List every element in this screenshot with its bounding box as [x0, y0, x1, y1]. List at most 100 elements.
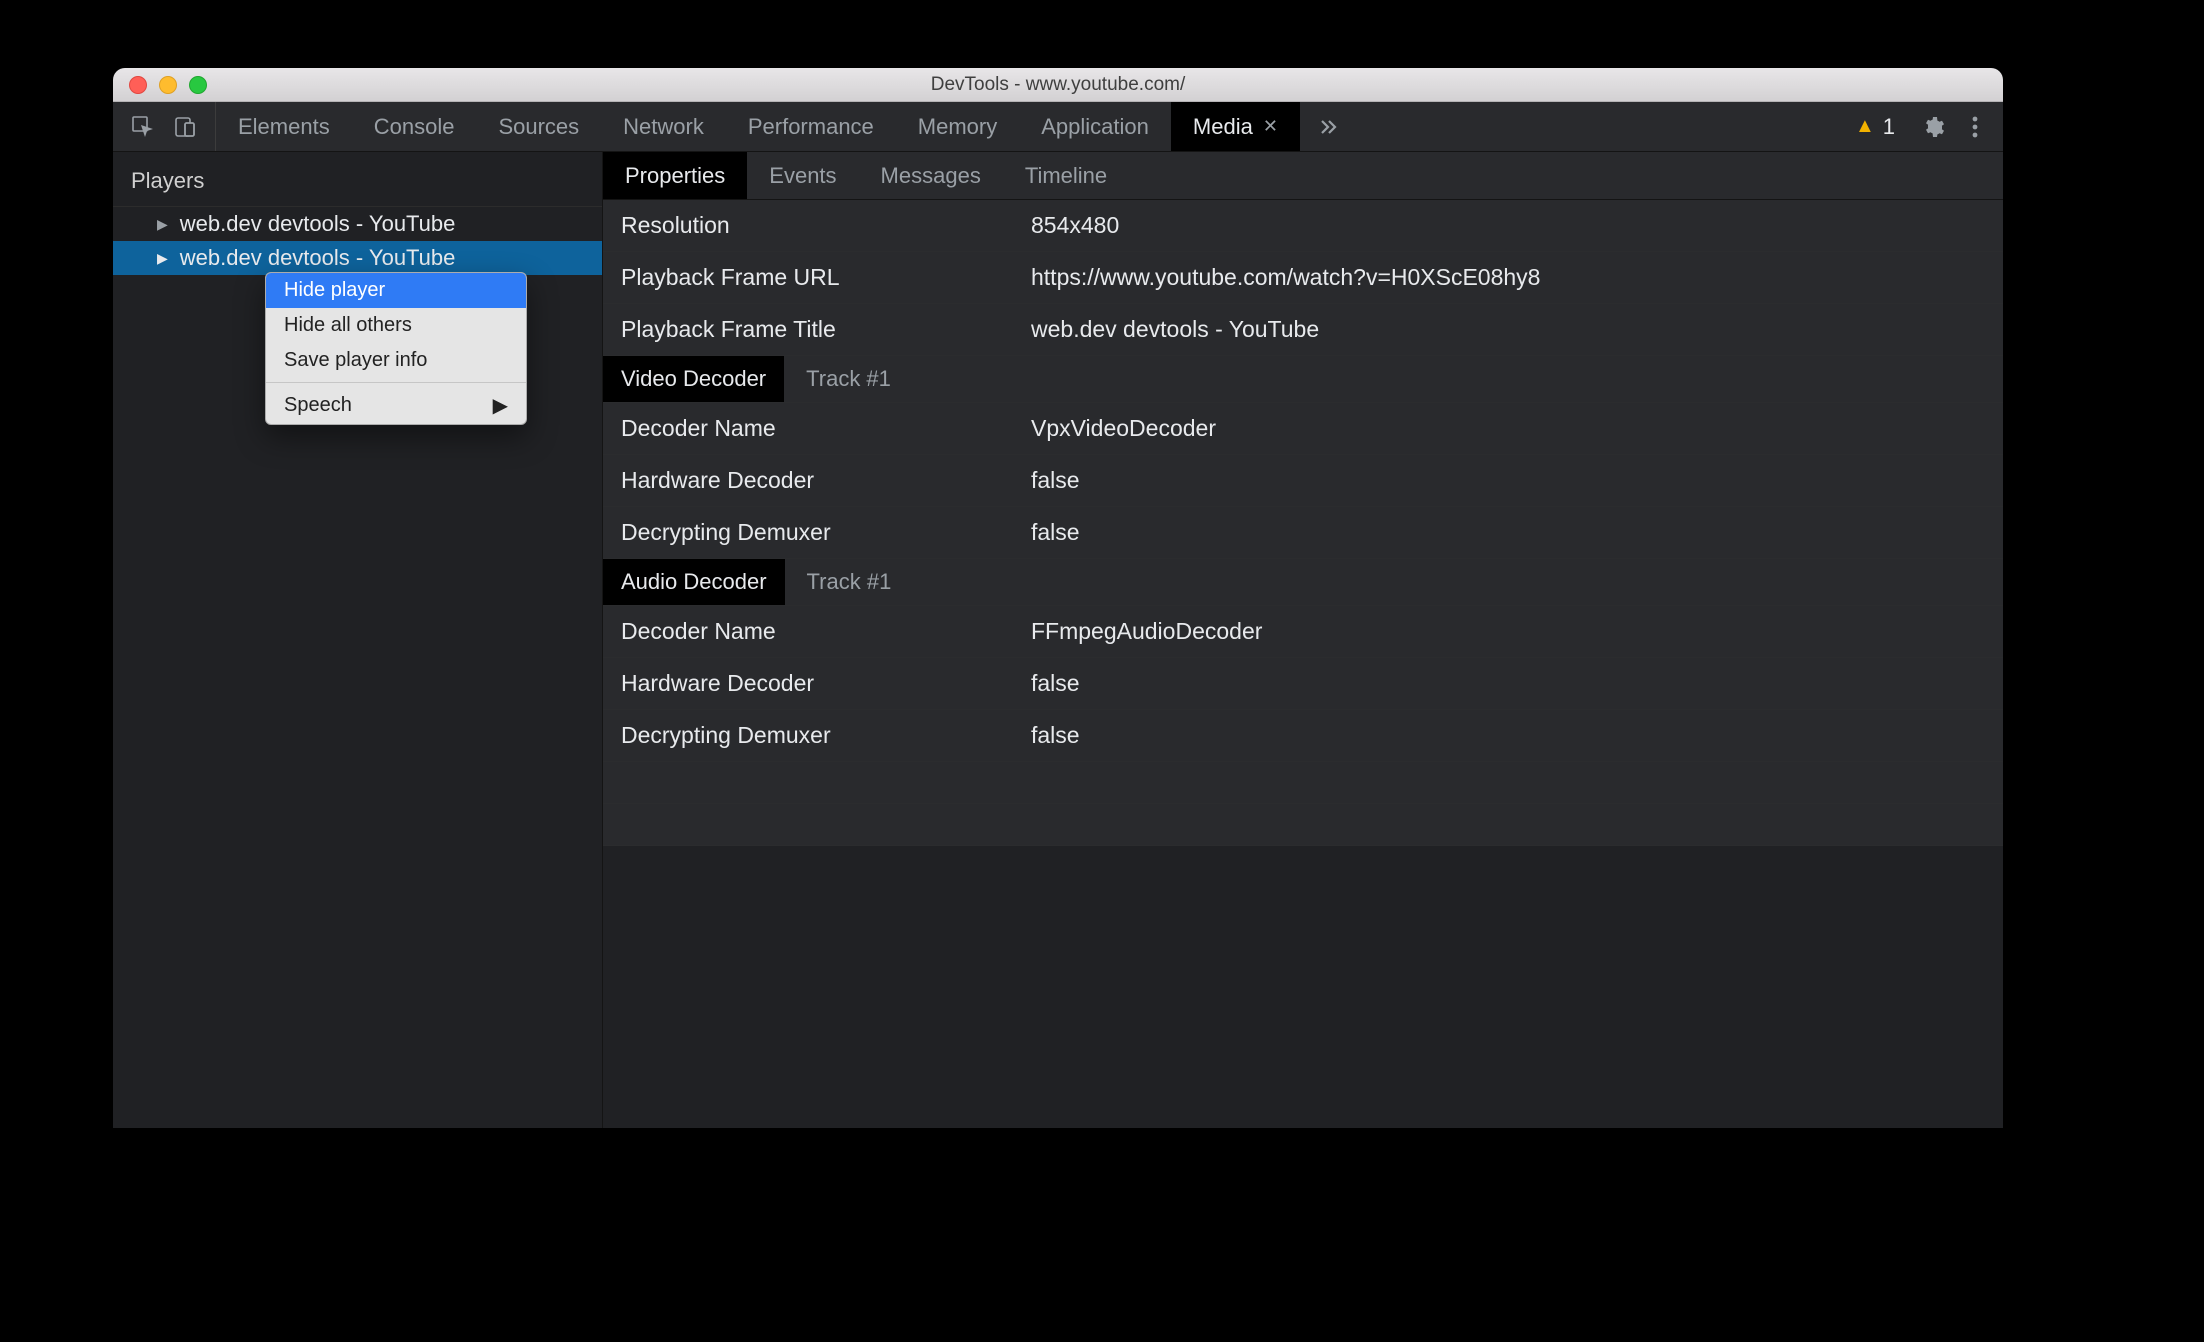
subtab-timeline[interactable]: Timeline	[1003, 152, 1129, 199]
prop-label: Decoder Name	[621, 618, 1031, 645]
tab-memory[interactable]: Memory	[896, 102, 1019, 151]
prop-row: Decoder Name FFmpegAudioDecoder	[603, 606, 2003, 658]
titlebar: DevTools - www.youtube.com/	[113, 68, 2003, 102]
properties-panel: Properties Events Messages Timeline Reso…	[603, 152, 2003, 1128]
prop-row: Decrypting Demuxer false	[603, 507, 2003, 559]
prop-value: false	[1031, 467, 1080, 494]
play-triangle-icon: ▶	[157, 250, 168, 267]
tab-label: Network	[623, 114, 704, 140]
more-options-icon[interactable]	[1971, 115, 1979, 139]
player-label: web.dev devtools - YouTube	[180, 245, 456, 271]
inspect-element-icon[interactable]	[131, 115, 155, 139]
tab-network[interactable]: Network	[601, 102, 726, 151]
tab-label: Performance	[748, 114, 874, 140]
prop-label: Playback Frame URL	[621, 264, 1031, 291]
context-item-label: Hide all others	[284, 314, 412, 337]
subtab-label: Events	[769, 163, 836, 189]
minimize-window-button[interactable]	[159, 76, 177, 94]
players-header: Players	[113, 152, 602, 207]
tab-application[interactable]: Application	[1019, 102, 1171, 151]
subtab-label: Properties	[625, 163, 725, 189]
prop-value: VpxVideoDecoder	[1031, 415, 1216, 442]
player-item[interactable]: ▶ web.dev devtools - YouTube	[113, 207, 602, 241]
toolbar-icon-group	[113, 102, 216, 151]
section-heading: Audio Decoder	[603, 559, 785, 605]
prop-label: Decoder Name	[621, 415, 1031, 442]
prop-label: Decrypting Demuxer	[621, 722, 1031, 749]
prop-row: Hardware Decoder false	[603, 658, 2003, 710]
prop-value: false	[1031, 519, 1080, 546]
prop-value: FFmpegAudioDecoder	[1031, 618, 1262, 645]
context-hide-all-others[interactable]: Hide all others	[266, 308, 526, 343]
submenu-arrow-icon: ▶	[493, 393, 508, 418]
prop-row: Playback Frame URL https://www.youtube.c…	[603, 252, 2003, 304]
section-track: Track #1	[785, 559, 914, 605]
context-speech-submenu[interactable]: Speech ▶	[266, 387, 526, 424]
players-sidebar: Players ▶ web.dev devtools - YouTube ▶ w…	[113, 152, 603, 1128]
tab-sources[interactable]: Sources	[476, 102, 601, 151]
empty-row	[603, 762, 2003, 804]
prop-value: false	[1031, 722, 1080, 749]
toolbar-tabs: Elements Console Sources Network Perform…	[216, 102, 1300, 151]
tab-label: Media	[1193, 114, 1253, 140]
prop-label: Resolution	[621, 212, 1031, 239]
prop-label: Playback Frame Title	[621, 316, 1031, 343]
tab-console[interactable]: Console	[352, 102, 477, 151]
context-divider	[266, 382, 526, 383]
prop-value: false	[1031, 670, 1080, 697]
devtools-toolbar: Elements Console Sources Network Perform…	[113, 102, 2003, 152]
context-item-label: Save player info	[284, 349, 427, 372]
tab-label: Application	[1041, 114, 1149, 140]
properties-list: Resolution 854x480 Playback Frame URL ht…	[603, 200, 2003, 1128]
play-triangle-icon: ▶	[157, 216, 168, 233]
player-item-selected[interactable]: ▶ web.dev devtools - YouTube	[113, 241, 602, 275]
close-window-button[interactable]	[129, 76, 147, 94]
prop-row: Decrypting Demuxer false	[603, 710, 2003, 762]
content-area: Players ▶ web.dev devtools - YouTube ▶ w…	[113, 152, 2003, 1128]
audio-decoder-section: Audio Decoder Track #1	[603, 559, 2003, 606]
tab-media[interactable]: Media ✕	[1171, 102, 1300, 151]
video-decoder-section: Video Decoder Track #1	[603, 356, 2003, 403]
properties-subtabs: Properties Events Messages Timeline	[603, 152, 2003, 200]
empty-row	[603, 804, 2003, 846]
prop-value: https://www.youtube.com/watch?v=H0XScE08…	[1031, 264, 1540, 291]
prop-label: Hardware Decoder	[621, 467, 1031, 494]
warnings-button[interactable]: ▲ 1	[1855, 114, 1895, 140]
device-toolbar-icon[interactable]	[173, 115, 197, 139]
context-save-player-info[interactable]: Save player info	[266, 343, 526, 378]
context-item-label: Hide player	[284, 279, 385, 302]
prop-label: Hardware Decoder	[621, 670, 1031, 697]
tab-performance[interactable]: Performance	[726, 102, 896, 151]
warning-count: 1	[1883, 114, 1895, 140]
prop-row: Playback Frame Title web.dev devtools - …	[603, 304, 2003, 356]
prop-value: 854x480	[1031, 212, 1119, 239]
tab-label: Console	[374, 114, 455, 140]
more-tabs-button[interactable]	[1300, 117, 1356, 137]
subtab-label: Messages	[881, 163, 981, 189]
player-label: web.dev devtools - YouTube	[180, 211, 456, 237]
context-menu: Hide player Hide all others Save player …	[265, 272, 527, 425]
prop-row: Decoder Name VpxVideoDecoder	[603, 403, 2003, 455]
tab-elements[interactable]: Elements	[216, 102, 352, 151]
context-item-label: Speech	[284, 394, 352, 417]
tab-label: Memory	[918, 114, 997, 140]
tab-label: Sources	[498, 114, 579, 140]
subtab-events[interactable]: Events	[747, 152, 858, 199]
close-tab-icon[interactable]: ✕	[1263, 116, 1278, 137]
subtab-properties[interactable]: Properties	[603, 152, 747, 199]
toolbar-right: ▲ 1	[1855, 114, 2003, 140]
section-heading: Video Decoder	[603, 356, 784, 402]
context-hide-player[interactable]: Hide player	[266, 273, 526, 308]
subtab-label: Timeline	[1025, 163, 1107, 189]
prop-value: web.dev devtools - YouTube	[1031, 316, 1319, 343]
subtab-messages[interactable]: Messages	[859, 152, 1003, 199]
prop-row: Resolution 854x480	[603, 200, 2003, 252]
prop-row: Hardware Decoder false	[603, 455, 2003, 507]
section-track: Track #1	[784, 356, 913, 402]
settings-icon[interactable]	[1921, 115, 1945, 139]
prop-label: Decrypting Demuxer	[621, 519, 1031, 546]
warning-icon: ▲	[1855, 115, 1875, 138]
devtools-window: DevTools - www.youtube.com/ Elements Con…	[113, 68, 2003, 1128]
window-title: DevTools - www.youtube.com/	[931, 74, 1186, 96]
zoom-window-button[interactable]	[189, 76, 207, 94]
